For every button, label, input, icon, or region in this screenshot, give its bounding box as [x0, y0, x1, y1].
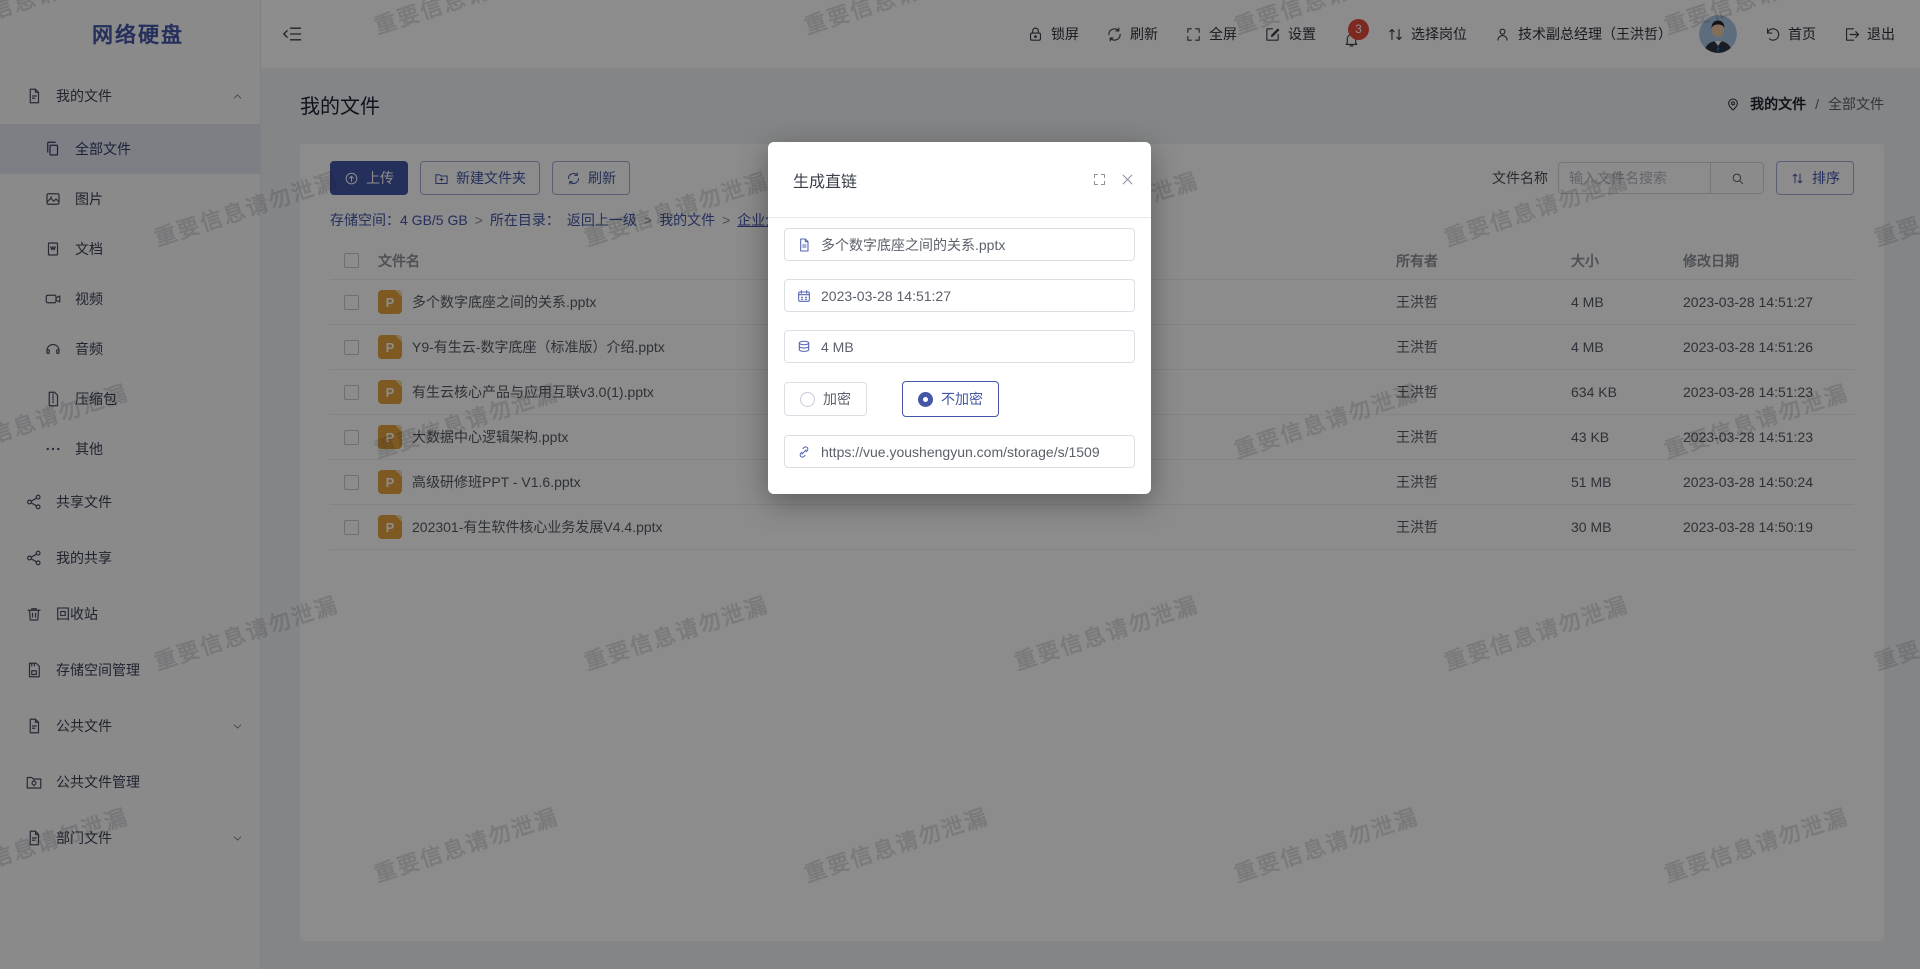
- modal-body: 多个数字底座之间的关系.pptx 2023-03-28 14:51:27 4 M…: [768, 218, 1151, 468]
- database-icon: [796, 339, 812, 355]
- expand-icon: [1092, 172, 1107, 187]
- file-icon: [796, 237, 812, 253]
- modal-fullscreen-button[interactable]: [1092, 172, 1107, 187]
- modal-title: 生成直链: [793, 168, 857, 192]
- direct-link-field[interactable]: https://vue.youshengyun.com/storage/s/15…: [784, 435, 1135, 468]
- file-name-field[interactable]: 多个数字底座之间的关系.pptx: [784, 228, 1135, 261]
- close-icon: [1120, 172, 1135, 187]
- radio-on-icon: [918, 392, 933, 407]
- encrypt-radio[interactable]: 加密: [784, 382, 867, 416]
- link-icon: [796, 444, 812, 460]
- modal-header: 生成直链: [768, 142, 1151, 218]
- file-size-field[interactable]: 4 MB: [784, 330, 1135, 363]
- generate-link-modal: 生成直链 多个数字底座之间的关系.pptx 2023-03-28 14:51:2…: [768, 142, 1151, 494]
- modified-date-field[interactable]: 2023-03-28 14:51:27: [784, 279, 1135, 312]
- modal-close-button[interactable]: [1120, 172, 1135, 187]
- encryption-options: 加密 不加密: [784, 381, 1135, 417]
- no-encrypt-radio[interactable]: 不加密: [902, 381, 999, 417]
- calendar-icon: [796, 288, 812, 304]
- radio-off-icon: [800, 392, 815, 407]
